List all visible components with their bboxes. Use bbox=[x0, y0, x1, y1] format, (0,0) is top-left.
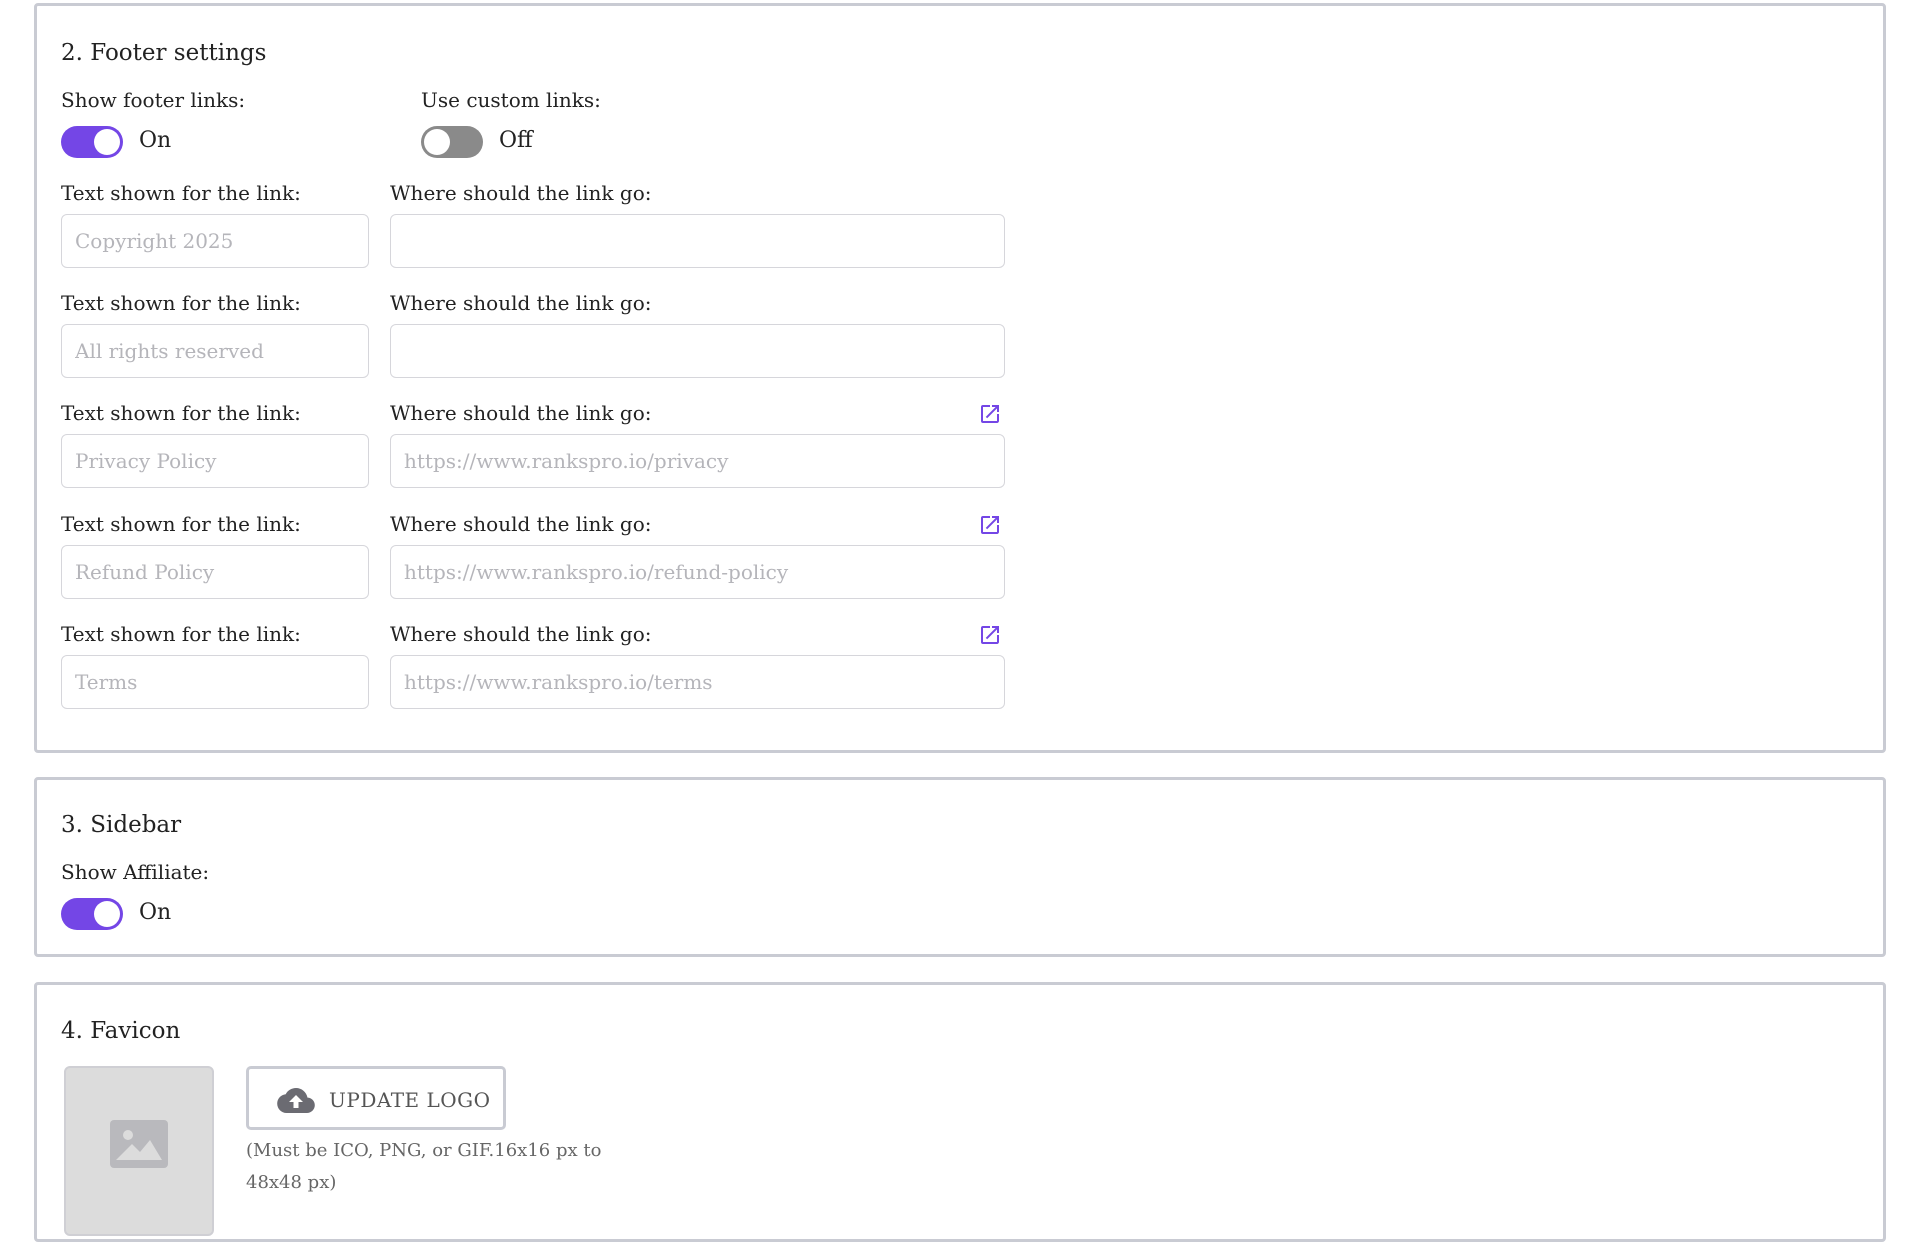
show-footer-links-label: Show footer links: bbox=[61, 88, 246, 112]
show-affiliate-label: Show Affiliate: bbox=[61, 860, 210, 884]
cloud-upload-icon bbox=[277, 1088, 315, 1113]
link-text-label: Text shown for the link: bbox=[61, 512, 301, 536]
show-footer-links-toggle[interactable] bbox=[61, 126, 123, 158]
link-text-label: Text shown for the link: bbox=[61, 291, 301, 315]
link-url-label: Where should the link go: bbox=[390, 291, 652, 315]
link-text-input[interactable] bbox=[61, 214, 369, 268]
favicon-hint: (Must be ICO, PNG, or GIF.16x16 px to 48… bbox=[246, 1140, 602, 1193]
link-text-label: Text shown for the link: bbox=[61, 181, 301, 205]
link-url-input[interactable] bbox=[390, 545, 1005, 599]
link-url-input[interactable] bbox=[390, 214, 1005, 268]
use-custom-links-state: Off bbox=[499, 128, 533, 153]
show-affiliate-toggle[interactable] bbox=[61, 898, 123, 930]
link-url-label: Where should the link go: bbox=[390, 181, 652, 205]
link-text-input[interactable] bbox=[61, 324, 369, 378]
link-url-input[interactable] bbox=[390, 434, 1005, 488]
link-text-input[interactable] bbox=[61, 545, 369, 599]
link-url-label: Where should the link go: bbox=[390, 401, 652, 425]
link-text-label: Text shown for the link: bbox=[61, 401, 301, 425]
toggle-knob bbox=[94, 901, 120, 927]
link-text-label: Text shown for the link: bbox=[61, 622, 301, 646]
favicon-settings-card: 4. Favicon UPDATE LOGO (Must be ICO, PNG… bbox=[34, 982, 1886, 1242]
link-text-input[interactable] bbox=[61, 434, 369, 488]
link-url-input[interactable] bbox=[390, 655, 1005, 709]
external-link-icon[interactable] bbox=[978, 402, 1002, 426]
use-custom-links-toggle[interactable] bbox=[421, 126, 483, 158]
link-url-label: Where should the link go: bbox=[390, 512, 652, 536]
footer-settings-card: 2. Footer settings Show footer links: On… bbox=[34, 3, 1886, 753]
section-title: 3. Sidebar bbox=[61, 812, 182, 838]
toggle-knob bbox=[94, 129, 120, 155]
use-custom-links-label: Use custom links: bbox=[421, 88, 601, 112]
section-title: 2. Footer settings bbox=[61, 40, 267, 66]
image-placeholder-icon bbox=[110, 1120, 168, 1168]
section-title: 4. Favicon bbox=[61, 1018, 181, 1044]
link-url-input[interactable] bbox=[390, 324, 1005, 378]
update-logo-label: UPDATE LOGO bbox=[329, 1088, 491, 1112]
link-text-input[interactable] bbox=[61, 655, 369, 709]
update-logo-button[interactable]: UPDATE LOGO bbox=[246, 1066, 506, 1130]
external-link-icon[interactable] bbox=[978, 513, 1002, 537]
link-url-label: Where should the link go: bbox=[390, 622, 652, 646]
favicon-preview bbox=[64, 1066, 214, 1236]
toggle-knob bbox=[424, 129, 450, 155]
show-footer-links-state: On bbox=[139, 128, 172, 153]
external-link-icon[interactable] bbox=[978, 623, 1002, 647]
show-affiliate-state: On bbox=[139, 900, 172, 925]
sidebar-settings-card: 3. Sidebar Show Affiliate: On bbox=[34, 777, 1886, 957]
